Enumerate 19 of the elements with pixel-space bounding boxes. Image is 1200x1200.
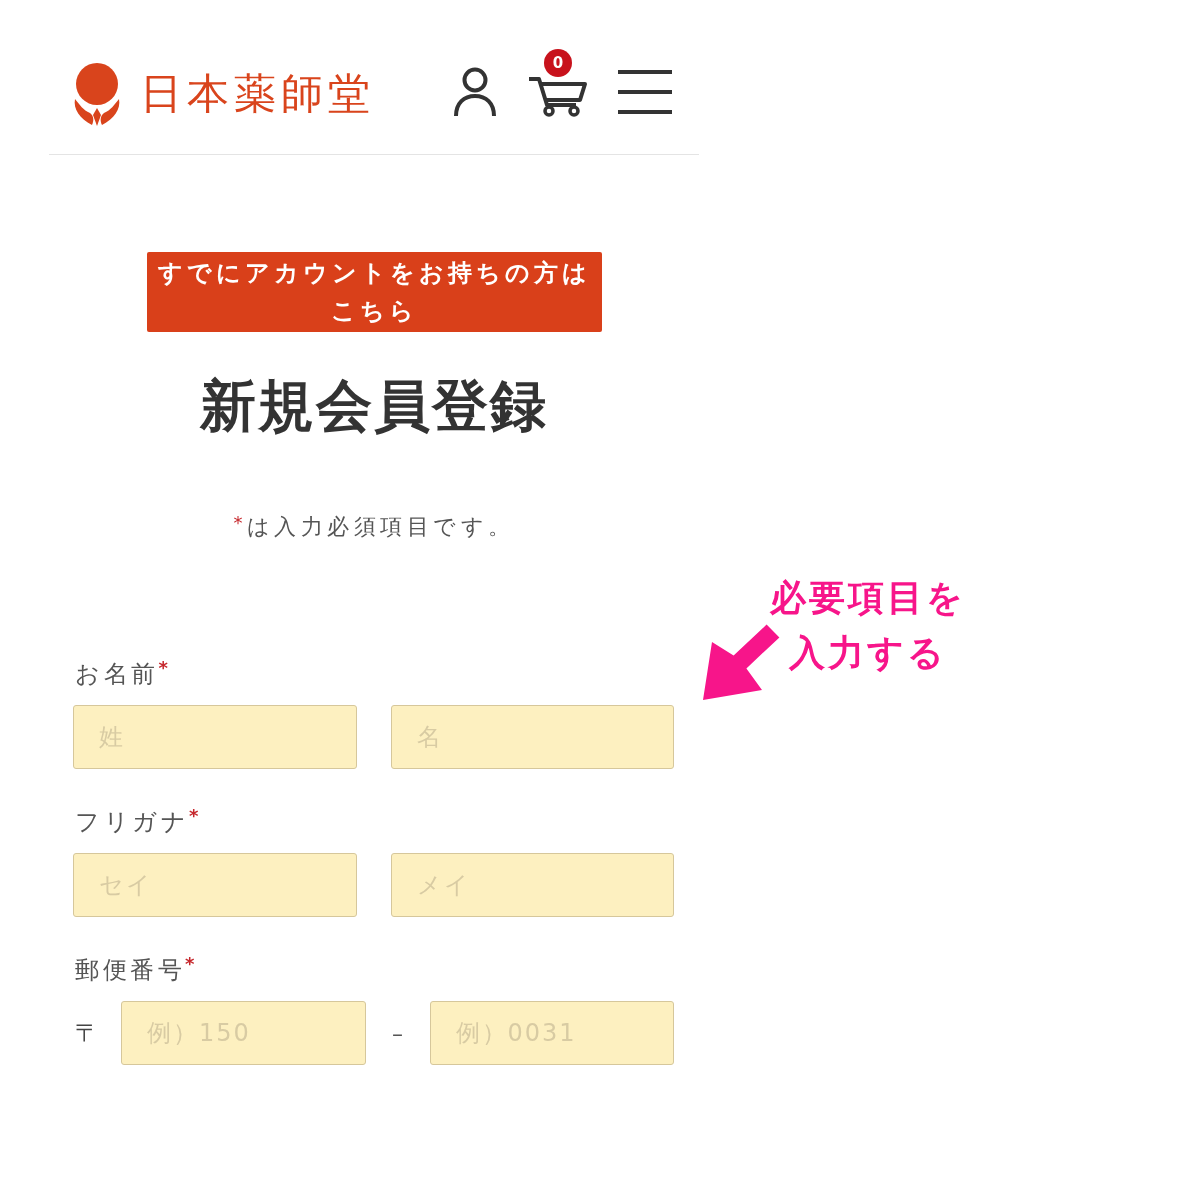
field-label: お名前	[75, 659, 159, 690]
user-icon[interactable]	[453, 67, 497, 117]
field-label: 郵便番号	[75, 955, 185, 986]
hyphen-separator: –	[391, 1020, 404, 1046]
required-note: は入力必須項目です。	[246, 513, 515, 541]
menu-icon[interactable]	[617, 69, 673, 115]
field-label: フリガナ	[75, 807, 189, 838]
postal-mark: 〒	[75, 1018, 99, 1049]
cart-count-badge: 0	[544, 48, 572, 77]
required-mark: *	[189, 806, 199, 826]
login-link-button[interactable]: すでにアカウントをお持ちの方はこちら	[146, 252, 602, 332]
required-mark: *	[185, 954, 195, 974]
annotation-text: 必要項目を入力する	[768, 576, 967, 675]
required-mark: *	[158, 658, 168, 678]
cart-icon[interactable]	[527, 76, 587, 118]
page-title: 新規会員登録	[200, 372, 548, 440]
required-mark: *	[233, 512, 243, 534]
logo-text[interactable]: 日本薬師堂	[140, 73, 375, 115]
logo-mark-icon	[72, 63, 122, 127]
